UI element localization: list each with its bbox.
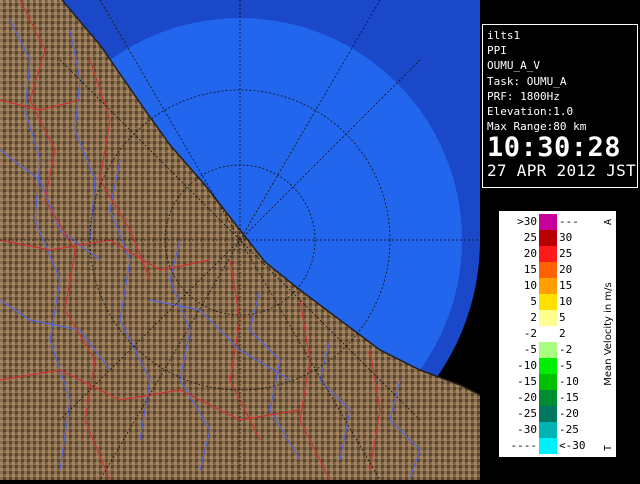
legend-color-swatch xyxy=(539,262,557,278)
legend-right-value: 30 xyxy=(559,231,573,244)
legend-color-swatch xyxy=(539,310,557,326)
station-name: ilts1 xyxy=(487,29,521,42)
range-rings xyxy=(0,0,480,481)
legend-color-swatch xyxy=(539,294,557,310)
legend-row: 10 15 xyxy=(499,278,599,294)
legend-left-value: >30 xyxy=(517,215,537,228)
legend-title: A Mean Velocity in m/s T xyxy=(599,211,617,457)
legend-row: -30 -25 xyxy=(499,422,599,438)
legend-color-swatch xyxy=(539,406,557,422)
legend-right-value: -5 xyxy=(559,359,573,372)
legend-left-value: -30 xyxy=(517,423,537,436)
legend-row: >30 --- xyxy=(499,214,599,230)
legend-left-value: ---- xyxy=(510,439,538,452)
legend-bottom-marker: T xyxy=(603,445,614,451)
elevation-label: Elevation:1.0 xyxy=(487,105,574,119)
legend-left-value: 2 xyxy=(530,311,537,324)
legend-left-value: -5 xyxy=(523,343,537,356)
legend-left-value: -2 xyxy=(523,327,537,340)
legend-top-marker: A xyxy=(603,219,614,225)
legend-color-swatch xyxy=(539,422,557,438)
legend-row: 25 xyxy=(499,310,599,326)
legend-row: -25 -20 xyxy=(499,406,599,422)
legend-right-value: 2 xyxy=(559,327,566,340)
legend-color-swatch xyxy=(539,358,557,374)
legend-row: 20 25 xyxy=(499,246,599,262)
prf-label: PRF: 1800Hz xyxy=(487,89,560,103)
product-type: PPI xyxy=(487,44,507,58)
legend-row: 5 10 xyxy=(499,294,599,310)
info-panel: ilts1 PPI OUMU_A_V Task: OUMU_A PRF: 180… xyxy=(482,24,638,188)
legend-row: 25 30 xyxy=(499,230,599,246)
legend-right-value: 15 xyxy=(559,279,573,292)
legend-row: -20 -15 xyxy=(499,390,599,406)
radar-map-svg xyxy=(0,0,481,481)
radar-ppi-map[interactable] xyxy=(0,0,481,481)
legend-row: -5 -2 xyxy=(499,342,599,358)
legend-right-value: 10 xyxy=(559,295,573,308)
legend-right-value: -25 xyxy=(559,423,579,436)
legend-color-swatch xyxy=(539,390,557,406)
legend-row: -15 -10 xyxy=(499,374,599,390)
legend-left-value: 20 xyxy=(523,247,537,260)
legend-color-swatch xyxy=(539,230,557,246)
legend-row: ---- <-30 xyxy=(499,438,599,454)
legend-right-value: -15 xyxy=(559,391,579,404)
task-label: Task: OUMU_A xyxy=(487,74,567,88)
legend-right-value: -10 xyxy=(559,375,579,388)
legend-left-value: 15 xyxy=(523,263,537,276)
legend-right-value: 25 xyxy=(559,247,573,260)
legend-left-value: -25 xyxy=(517,407,537,420)
legend-right-value: <-30 xyxy=(559,439,586,452)
velocity-legend: >30 --- 25 30 20 25 15 20 10 15 5 10 2 5 -2 2 -5 -2 -10 -5-… xyxy=(498,210,617,458)
legend-row: 15 20 xyxy=(499,262,599,278)
legend-left-value: 25 xyxy=(523,231,537,244)
legend-row: -2 2 xyxy=(499,326,599,342)
legend-left-value: -10 xyxy=(517,359,537,372)
legend-row: -10 -5 xyxy=(499,358,599,374)
legend-color-swatch xyxy=(539,374,557,390)
legend-left-value: 5 xyxy=(530,295,537,308)
legend-right-value: -2 xyxy=(559,343,573,356)
legend-color-swatch xyxy=(539,246,557,262)
legend-color-swatch xyxy=(539,342,557,358)
legend-title-text: Mean Velocity in m/s xyxy=(603,282,614,385)
legend-right-value: 20 xyxy=(559,263,573,276)
legend-right-value: 5 xyxy=(559,311,566,324)
legend-left-value: -20 xyxy=(517,391,537,404)
legend-right-value: --- xyxy=(559,215,579,228)
legend-color-swatch xyxy=(539,278,557,294)
scan-time: 10:30:28 xyxy=(487,132,622,164)
legend-color-swatch xyxy=(539,214,557,230)
legend-left-value: 10 xyxy=(523,279,537,292)
legend-color-swatch xyxy=(539,438,557,454)
scan-date: 27 APR 2012 JST xyxy=(487,161,636,181)
legend-color-swatch xyxy=(539,326,557,342)
legend-right-value: -20 xyxy=(559,407,579,420)
legend-left-value: -15 xyxy=(517,375,537,388)
product-name: OUMU_A_V xyxy=(487,59,540,73)
